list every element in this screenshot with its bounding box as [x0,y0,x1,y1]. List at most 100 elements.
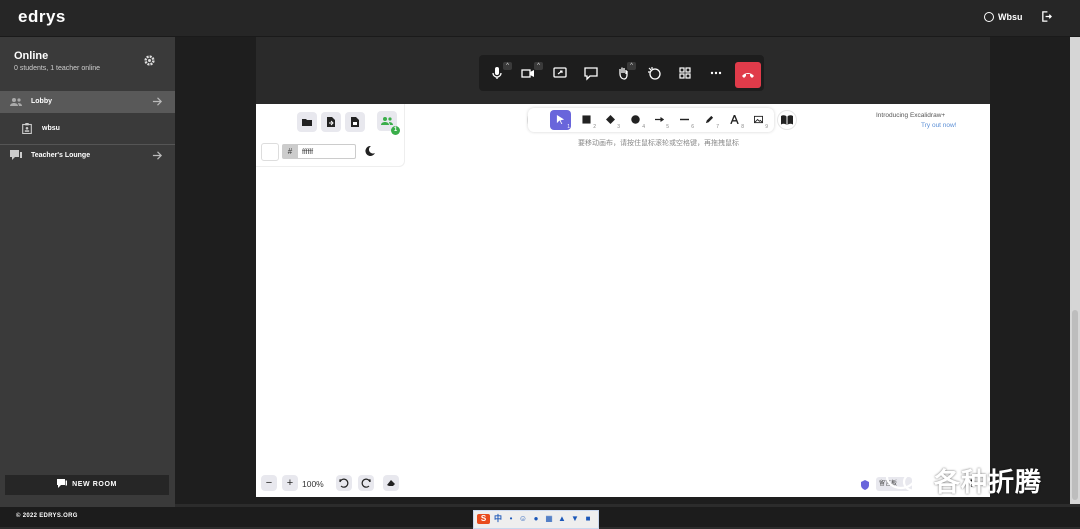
undo-button[interactable] [336,475,352,491]
emoji-icon[interactable]: ☺ [518,514,528,524]
undo-icon [339,478,349,488]
canvas-hint: 要移动画布，请按住鼠标滚轮或空格键，再拖拽鼠标 [578,140,739,147]
chevron-up-icon[interactable]: ^ [503,62,512,70]
sidebar-item-label: Teacher's Lounge [31,152,91,159]
more-button[interactable] [708,65,724,81]
sidebar-item-label: wbsu [42,125,60,132]
tool-arrow[interactable]: 5 [649,110,670,130]
whiteboard-canvas[interactable]: 1 # ffffff 1 2 3 4 5 6 7 8 9 要移动画布，请按住鼠标… [256,104,990,497]
sidebar: Online 0 students, 1 teacher online Lobb… [0,37,175,507]
collaborators-count-badge: 1 [391,126,400,135]
new-room-label: NEW ROOM [72,481,117,488]
arrow-right-icon[interactable] [152,150,163,161]
voice-icon[interactable]: ● [531,514,541,524]
background-color-input[interactable]: ffffff [298,144,356,159]
chevron-up-icon[interactable]: ^ [534,62,543,70]
chat-button[interactable] [583,65,599,81]
eraser-button[interactable] [383,475,399,491]
reactions-icon [648,67,661,80]
hex-prefix: # [282,144,298,159]
scrollbar-thumb[interactable] [1072,310,1078,500]
gear-icon[interactable] [143,54,156,67]
folder-icon [302,119,312,126]
export-image-button[interactable] [345,112,365,132]
redo-icon [361,478,371,488]
open-file-button[interactable] [297,112,317,132]
tool-rectangle[interactable]: 2 [576,110,597,130]
top-bar: edrys Wbsu [0,0,1080,37]
tool-line[interactable]: 6 [674,110,695,130]
line-icon [680,118,689,121]
keyboard-icon[interactable]: ▦ [544,514,554,524]
tool-diamond[interactable]: 3 [600,110,621,130]
ime-logo-icon[interactable]: S [477,514,490,524]
camera-button[interactable]: ^ [520,62,543,81]
copyright: © 2022 EDRYS.ORG [16,513,78,519]
dark-mode-icon[interactable] [365,146,375,156]
arrow-icon [655,117,664,122]
user-icon [984,12,994,22]
tool-ellipse[interactable]: 4 [625,110,646,130]
drawing-toolbar: 1 2 3 4 5 6 7 8 9 [528,108,774,132]
text-icon [730,115,739,124]
zoom-out-button[interactable]: − [261,475,277,491]
arrow-right-icon[interactable] [152,96,163,107]
tool-image[interactable]: 9 [748,110,769,130]
online-count: 0 students, 1 teacher online [14,65,101,72]
group-icon [10,98,22,106]
collaborators-icon [381,117,393,125]
ime-toolbar: S 中 • ☺ ● ▦ ▲ ▼ ■ [473,510,599,529]
shield-icon [861,480,869,490]
new-room-button[interactable]: NEW ROOM [5,475,169,495]
save-file-icon [327,117,335,127]
zoom-in-button[interactable]: + [282,475,298,491]
app-logo[interactable]: edrys [18,7,66,27]
watermark-text: 各种折腾 [934,467,1043,497]
redo-button[interactable] [358,475,374,491]
logout-icon[interactable] [1041,11,1052,22]
microphone-button[interactable]: ^ [489,62,512,81]
rectangle-icon [582,115,591,124]
chat-bubble-icon [10,150,22,160]
skin-icon[interactable]: ▼ [570,514,580,524]
tile-view-button[interactable] [677,65,693,81]
save-file-button[interactable] [321,112,341,132]
image-icon [754,115,763,124]
pencil-icon [705,115,714,124]
eraser-icon [387,480,395,486]
sidebar-item-wbsu[interactable]: wbsu [0,114,175,144]
diamond-icon [606,115,615,124]
username: Wbsu [998,12,1023,22]
tile-view-icon [679,67,691,79]
user-center-icon[interactable]: ▲ [557,514,567,524]
chat-icon [584,67,598,81]
sidebar-item-teachers-lounge[interactable]: Teacher's Lounge [0,145,175,167]
chevron-up-icon[interactable]: ^ [627,62,636,70]
user-menu[interactable]: Wbsu [984,12,1023,22]
online-title: Online [14,50,49,62]
tool-text[interactable]: 8 [724,110,745,130]
sidebar-item-lobby[interactable]: Lobby [0,91,175,113]
hangup-icon [742,73,754,78]
cursor-icon [556,115,565,124]
export-icon [351,117,359,127]
tool-selection[interactable]: 1 [550,110,571,130]
hangup-button[interactable] [735,62,761,88]
tool-draw[interactable]: 7 [699,110,720,130]
toolbox-icon[interactable]: ■ [583,514,593,524]
zoom-level[interactable]: 100% [302,479,324,489]
raise-hand-button[interactable]: ^ [615,62,636,81]
more-icon [710,71,722,75]
punctuation-icon[interactable]: • [506,514,516,524]
ellipse-icon [631,115,640,124]
screen-share-button[interactable] [552,65,568,81]
wechat-icon [885,464,928,493]
library-icon[interactable] [777,110,797,130]
background-color-swatch[interactable] [261,143,279,161]
reactions-button[interactable] [646,65,662,81]
promo-title: Introducing Excalidraw+ [876,112,946,119]
sidebar-item-label: Lobby [31,98,52,105]
ime-language-toggle[interactable]: 中 [493,514,503,524]
promo-link[interactable]: Try out now! [921,122,957,129]
call-toolbar: ^ ^ ^ [479,55,764,91]
